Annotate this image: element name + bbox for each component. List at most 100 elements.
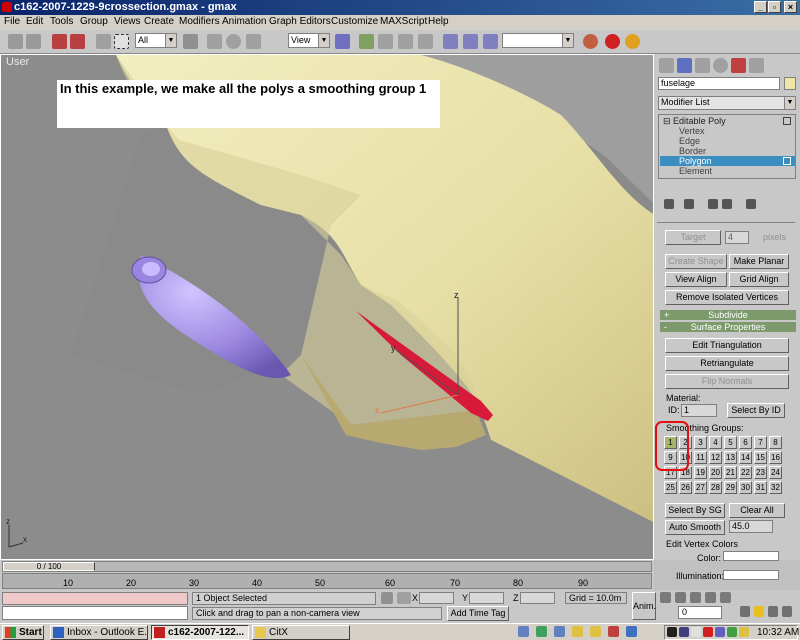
illumination-swatch[interactable] xyxy=(723,570,779,580)
sg-button[interactable]: 4 xyxy=(709,436,722,449)
sg-button[interactable]: 24 xyxy=(769,466,782,479)
move-icon[interactable] xyxy=(207,34,222,49)
remove-isolated-vertices-button[interactable]: Remove Isolated Vertices xyxy=(665,290,789,305)
go-to-end-icon[interactable] xyxy=(720,592,731,603)
tray-icon[interactable] xyxy=(667,627,677,637)
motion-tab-icon[interactable] xyxy=(713,58,728,73)
tray-icon[interactable] xyxy=(739,627,749,637)
lock-selection-icon[interactable] xyxy=(381,592,393,604)
sg-button[interactable]: 16 xyxy=(769,451,782,464)
quick-render-icon[interactable] xyxy=(625,34,640,49)
sg-button[interactable]: 23 xyxy=(754,466,767,479)
tray-app-icon[interactable] xyxy=(536,626,547,637)
grid-align-button[interactable]: Grid Align xyxy=(729,272,789,287)
close-button[interactable]: × xyxy=(784,1,797,13)
viewport-label[interactable]: User xyxy=(6,56,29,68)
anim-button[interactable]: Anim. xyxy=(632,592,656,620)
redo-icon[interactable] xyxy=(26,34,41,49)
restore-button[interactable]: ▫ xyxy=(768,1,781,13)
taskbar-gmax-button[interactable]: c162-2007-122... xyxy=(151,625,249,640)
selection-filter-dropdown[interactable]: All ▼ xyxy=(135,33,177,48)
material-id-spinner[interactable]: 1 xyxy=(681,404,717,417)
axis-y-icon[interactable] xyxy=(378,34,393,49)
stack-item-border[interactable]: Border xyxy=(679,146,706,156)
axis-z-icon[interactable] xyxy=(398,34,413,49)
auto-smooth-button[interactable]: Auto Smooth xyxy=(665,520,725,535)
pin-stack-icon[interactable] xyxy=(664,199,674,209)
tray-icon[interactable] xyxy=(703,627,713,637)
make-unique-icon[interactable] xyxy=(708,199,718,209)
surface-properties-rollout[interactable]: - Surface Properties xyxy=(660,322,796,332)
current-frame-field[interactable]: 0 xyxy=(678,606,722,619)
stack-item-element[interactable]: Element xyxy=(679,166,712,176)
menu-animation[interactable]: Animation xyxy=(222,16,266,27)
sg-button[interactable]: 32 xyxy=(769,481,782,494)
region-select-icon[interactable] xyxy=(114,34,129,49)
sg-button[interactable]: 12 xyxy=(709,451,722,464)
menu-tools[interactable]: Tools xyxy=(50,16,73,27)
sg-button[interactable]: 15 xyxy=(754,451,767,464)
undo-icon[interactable] xyxy=(8,34,23,49)
maximize-viewport-icon[interactable] xyxy=(782,606,792,617)
sg-button[interactable]: 5 xyxy=(724,436,737,449)
show-end-result-icon[interactable] xyxy=(684,199,694,209)
edit-triangulation-button[interactable]: Edit Triangulation xyxy=(665,338,789,353)
viewport-user[interactable]: User z x y z x xyxy=(0,54,654,560)
start-button[interactable]: Start xyxy=(2,625,44,640)
sg-button[interactable]: 13 xyxy=(724,451,737,464)
sg-button[interactable]: 11 xyxy=(694,451,707,464)
subdivide-rollout[interactable]: + Subdivide xyxy=(660,310,796,320)
sg-button[interactable]: 7 xyxy=(754,436,767,449)
menu-maxscript[interactable]: MAXScript xyxy=(380,16,427,27)
stack-item-vertex[interactable]: Vertex xyxy=(679,126,705,136)
select-by-sg-button[interactable]: Select By SG xyxy=(665,503,725,518)
menu-help[interactable]: Help xyxy=(428,16,449,27)
named-selection-dropdown[interactable]: ▼ xyxy=(502,33,574,48)
play-icon[interactable] xyxy=(690,592,701,603)
menu-file[interactable]: File xyxy=(4,16,20,27)
sg-button[interactable]: 8 xyxy=(769,436,782,449)
create-tab-icon[interactable] xyxy=(659,58,674,73)
menu-create[interactable]: Create xyxy=(144,16,174,27)
pivot-icon[interactable] xyxy=(335,34,350,49)
taskbar-outlook-button[interactable]: Inbox - Outlook E... xyxy=(50,625,148,640)
minimize-button[interactable]: _ xyxy=(754,1,767,13)
align-icon[interactable] xyxy=(463,34,478,49)
make-planar-button[interactable]: Make Planar xyxy=(729,254,789,269)
link-icon[interactable] xyxy=(52,34,67,49)
configure-sets-icon[interactable] xyxy=(746,199,756,209)
select-icon[interactable] xyxy=(96,34,111,49)
sg-button[interactable]: 20 xyxy=(709,466,722,479)
add-time-tag-button[interactable]: Add Time Tag xyxy=(447,606,509,621)
auto-smooth-threshold[interactable]: 45.0 xyxy=(729,520,773,533)
taskbar-citx-button[interactable]: CitX xyxy=(252,625,350,640)
arc-rotate-icon[interactable] xyxy=(768,606,778,617)
sg-button[interactable]: 29 xyxy=(724,481,737,494)
remove-modifier-icon[interactable] xyxy=(722,199,732,209)
pan-icon[interactable] xyxy=(754,606,764,617)
utilities-tab-icon[interactable] xyxy=(749,58,764,73)
stack-item-polygon[interactable]: Polygon xyxy=(660,156,795,166)
time-slider-thumb[interactable]: 0 / 100 xyxy=(3,562,95,571)
retriangulate-button[interactable]: Retriangulate xyxy=(665,356,789,371)
stack-polygon-toggle[interactable] xyxy=(783,157,791,165)
sg-button[interactable]: 22 xyxy=(739,466,752,479)
mirror-icon[interactable] xyxy=(443,34,458,49)
menu-edit[interactable]: Edit xyxy=(26,16,43,27)
stack-item-edge[interactable]: Edge xyxy=(679,136,700,146)
sg-button[interactable]: 31 xyxy=(754,481,767,494)
axis-xy-icon[interactable] xyxy=(418,34,433,49)
scale-icon[interactable] xyxy=(246,34,261,49)
vertex-color-swatch[interactable] xyxy=(723,551,779,561)
x-coord-field[interactable] xyxy=(419,592,454,604)
sg-button[interactable]: 26 xyxy=(679,481,692,494)
menu-customize[interactable]: Customize xyxy=(331,16,378,27)
absolute-mode-icon[interactable] xyxy=(397,592,411,604)
hierarchy-tab-icon[interactable] xyxy=(695,58,710,73)
render-icon[interactable] xyxy=(605,34,620,49)
menu-group[interactable]: Group xyxy=(80,16,108,27)
target-spinner[interactable]: 4 xyxy=(725,231,749,244)
tray-app-icon[interactable] xyxy=(518,626,529,637)
sg-button[interactable]: 6 xyxy=(739,436,752,449)
view-align-button[interactable]: View Align xyxy=(665,272,727,287)
